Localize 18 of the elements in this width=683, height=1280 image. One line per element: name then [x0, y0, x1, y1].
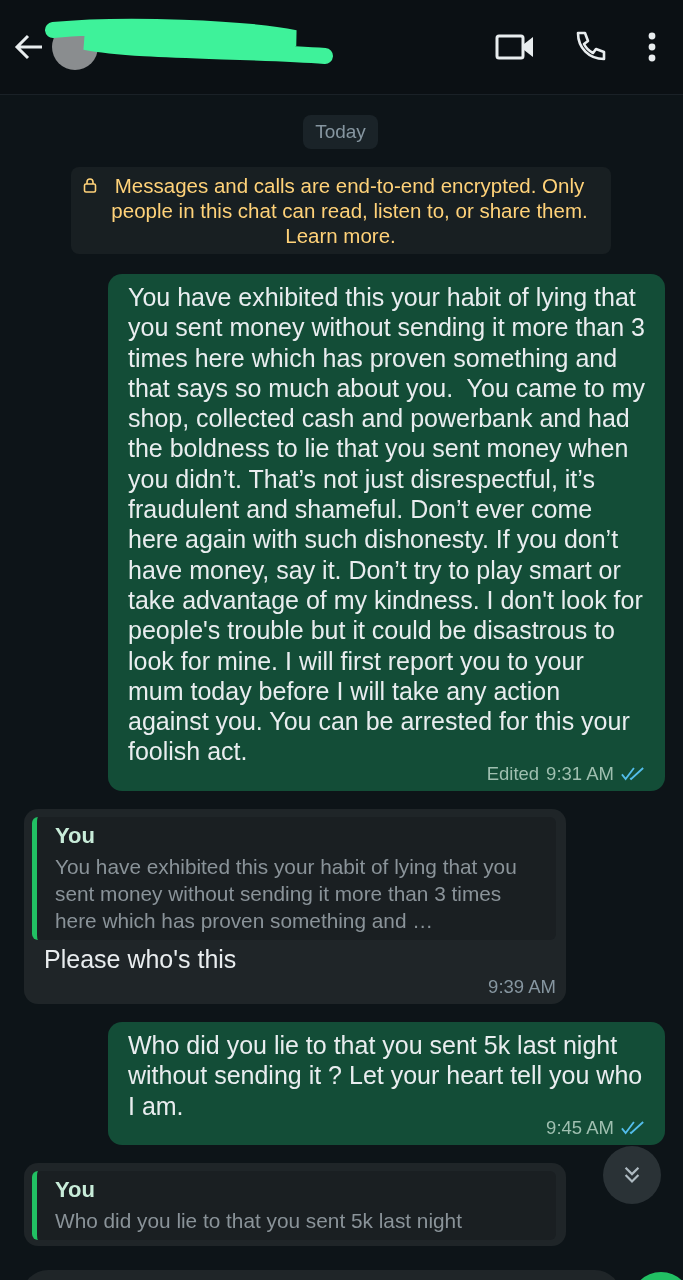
quoted-message[interactable]: You Who did you lie to that you sent 5k last night — [32, 1170, 556, 1240]
quote-author: You — [55, 1176, 96, 1203]
learn-more-link[interactable]: Learn more. — [285, 223, 396, 248]
back-arrow-icon[interactable] — [14, 32, 44, 62]
incoming-message[interactable]: You You have exhibited this your habit of lying that you sent money without sending it more than 3 times here which has proven something and … Please who's this 9:39 AM — [24, 808, 566, 1005]
lock-icon — [82, 177, 97, 193]
video-call-icon[interactable] — [495, 32, 535, 62]
quote-text: You have exhibited this your habit of lying that you sent money without sending it more than 3 times here which has proven something and … — [55, 853, 518, 934]
outgoing-message[interactable]: Who did you lie to that you sent 5k last night without sending it ? Let your heart tell you who I am. 9:45 AM — [108, 1022, 665, 1145]
quote-text: Who did you lie to that you sent 5k last night — [55, 1207, 463, 1234]
date-chip: Today — [303, 115, 378, 149]
quoted-message[interactable]: You You have exhibited this your habit of lying that you sent money without sending it more than 3 times here which has proven something and … — [32, 816, 556, 940]
quote-author: You — [55, 822, 96, 849]
message-text: Please who's this — [43, 943, 238, 975]
notice-text: Messages and calls are end-to-end encrypted. Only people in this chat can read, listen to, or share them. — [110, 173, 589, 223]
incoming-message[interactable]: You Who did you lie to that you sent 5k last night — [24, 1162, 566, 1246]
menu-icon[interactable] — [647, 32, 657, 62]
message-time: 9:39 AM — [488, 976, 556, 999]
